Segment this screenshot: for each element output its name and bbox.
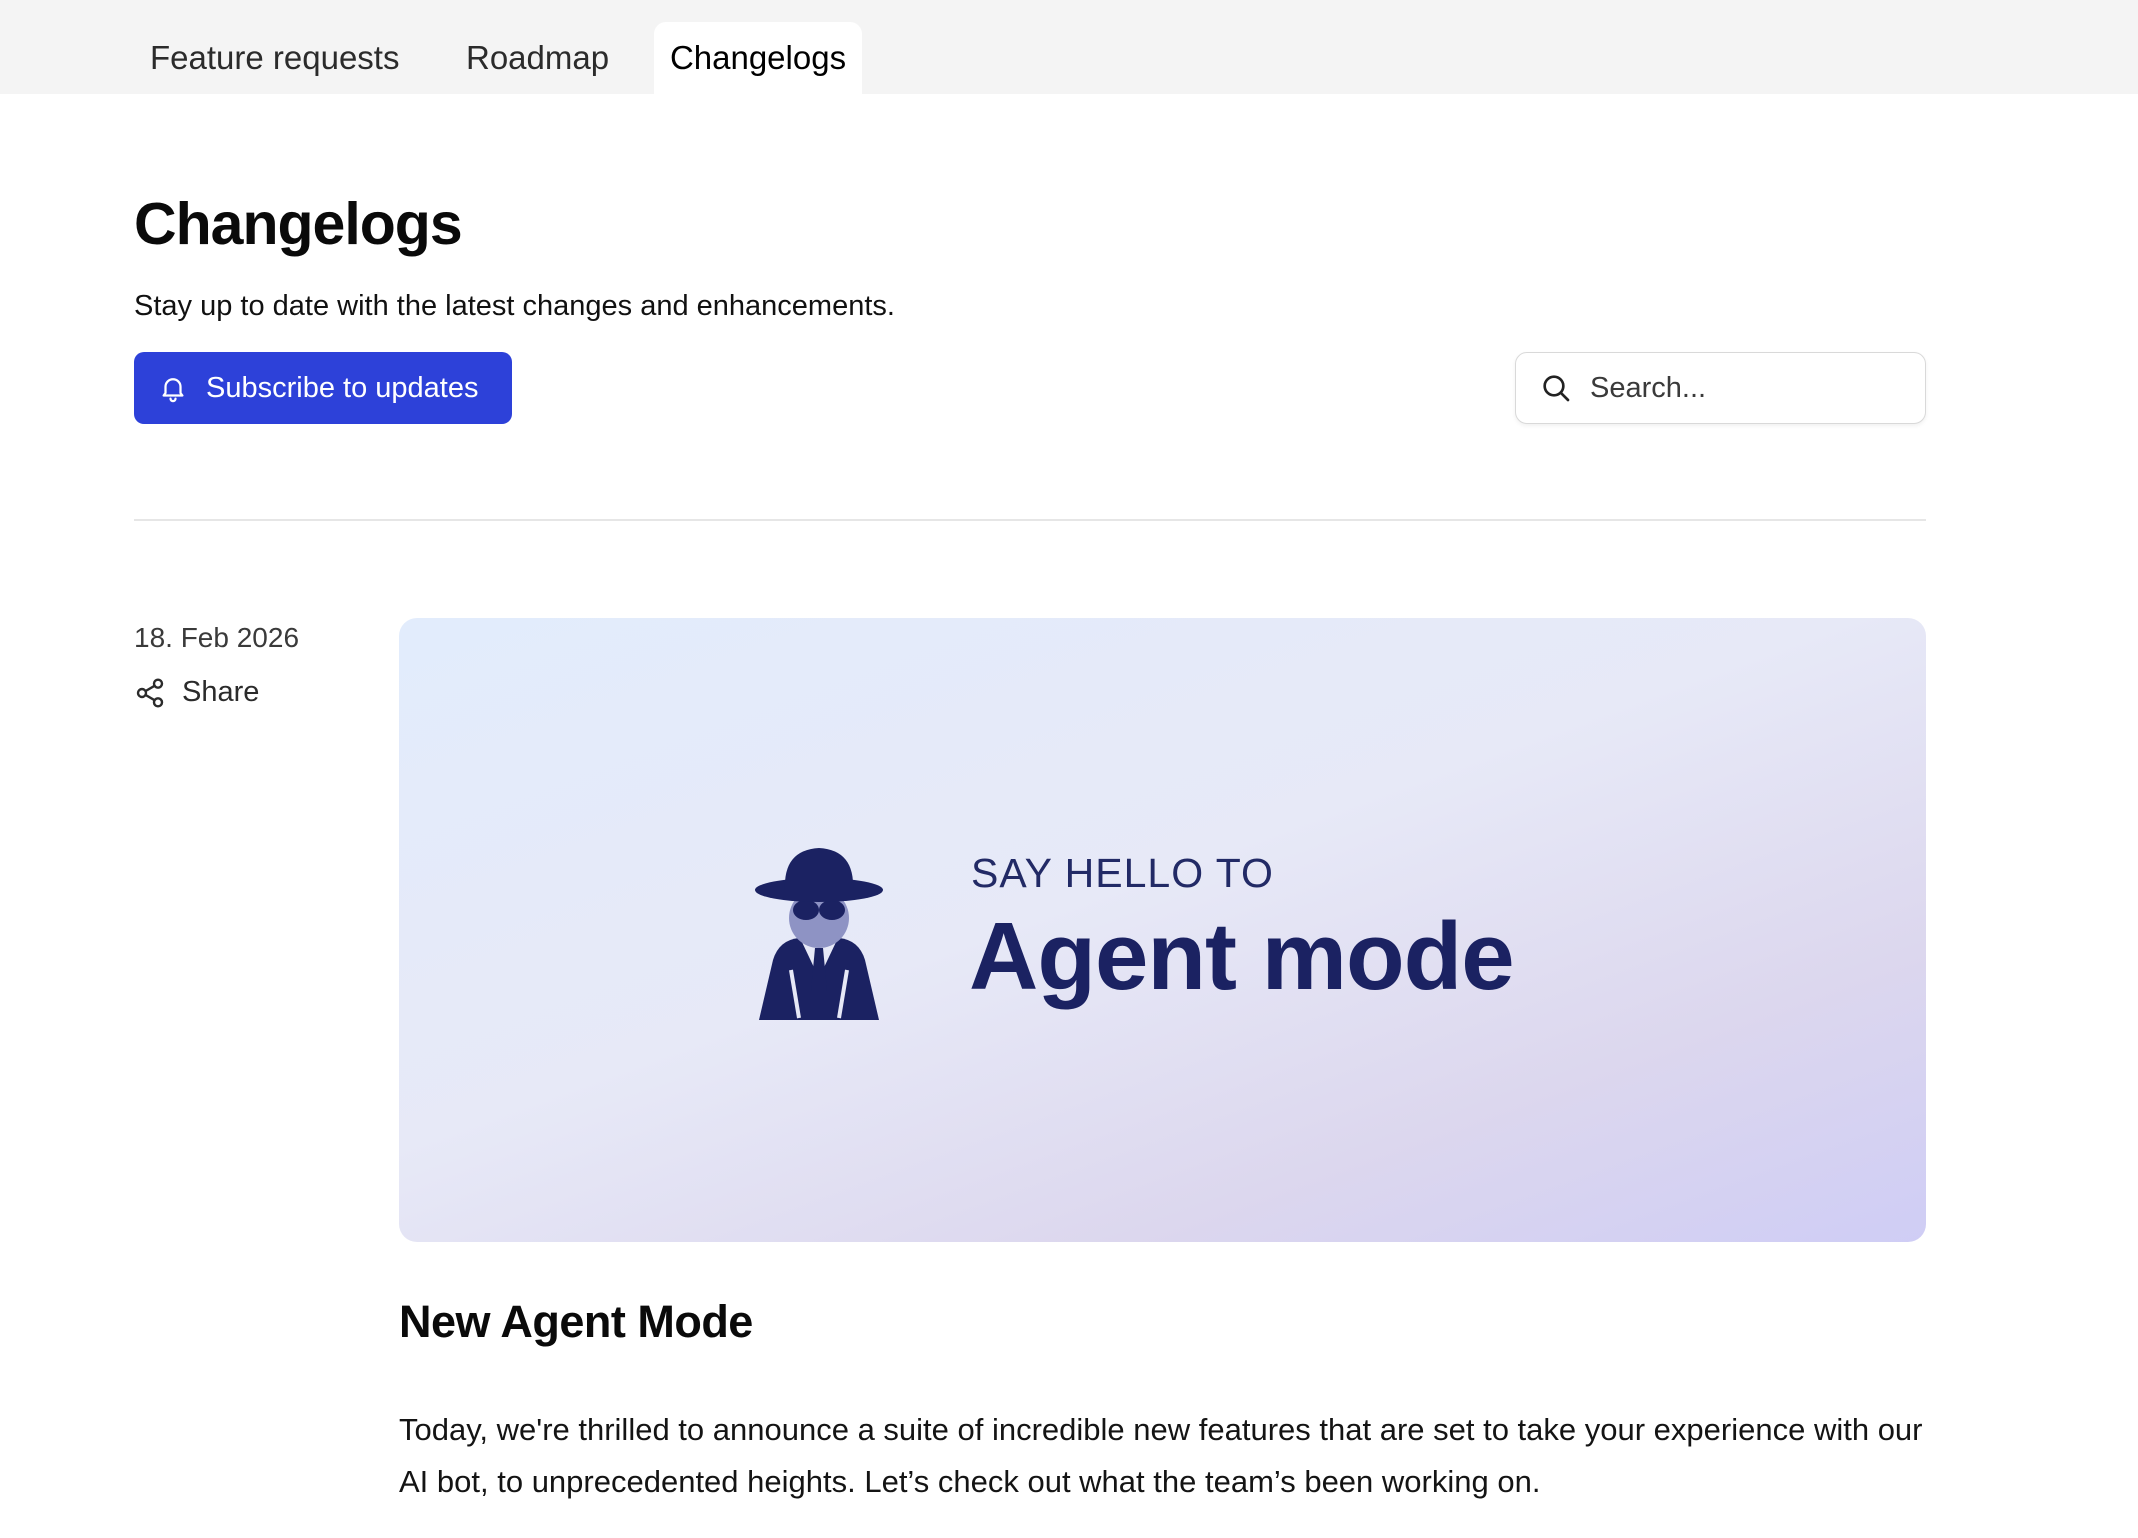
tab-roadmap[interactable]: Roadmap bbox=[450, 22, 625, 94]
top-tab-bar: Feature requests Roadmap Changelogs bbox=[0, 0, 2138, 94]
page-title: Changelogs bbox=[134, 191, 463, 257]
entry-date: 18. Feb 2026 bbox=[134, 622, 300, 653]
entry-banner-image: SAY HELLO TO Agent mode bbox=[399, 618, 1926, 1242]
share-icon bbox=[134, 677, 166, 709]
banner-headline: Agent mode bbox=[969, 903, 1515, 1010]
entry-body: Today, we're thrilled to announce a suit… bbox=[399, 1412, 1923, 1499]
subscribe-button-label: Subscribe to updates bbox=[206, 371, 479, 404]
search-input[interactable] bbox=[1588, 370, 1888, 406]
entry-title: New Agent Mode bbox=[399, 1296, 753, 1347]
subscribe-button[interactable]: Subscribe to updates bbox=[134, 352, 512, 424]
share-label: Share bbox=[182, 676, 260, 708]
header-divider bbox=[134, 519, 1926, 521]
search-box[interactable] bbox=[1515, 352, 1926, 424]
tab-changelogs[interactable]: Changelogs bbox=[654, 22, 862, 94]
bell-icon bbox=[158, 373, 188, 403]
share-button[interactable]: Share bbox=[134, 676, 259, 709]
banner-eyebrow: SAY HELLO TO bbox=[971, 850, 1274, 896]
search-icon bbox=[1540, 372, 1572, 404]
agent-spy-icon bbox=[739, 840, 899, 1020]
page-subtitle: Stay up to date with the latest changes … bbox=[134, 290, 895, 322]
tab-feature-requests[interactable]: Feature requests bbox=[134, 22, 415, 94]
